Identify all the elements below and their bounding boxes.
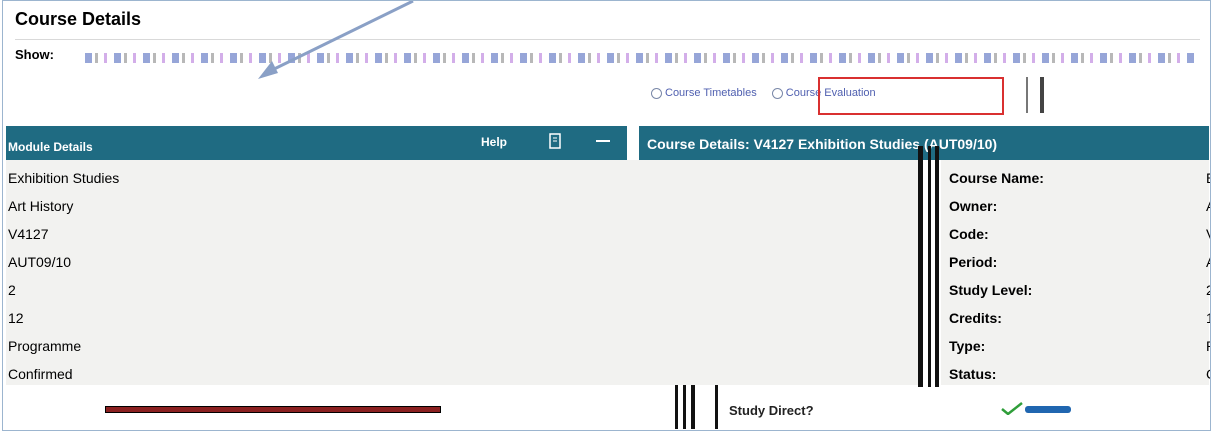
module-details-header: Module Details Help [6,126,627,160]
title-divider [15,39,1200,40]
footer-bar [105,406,441,413]
page-title: Course Details [15,9,142,29]
label-study-level: Study Level: [949,282,1033,298]
value-credits: 12 [8,310,24,326]
right-panel-title: Course Details: V4127 Exhibition Studies… [647,136,998,152]
footer-separator [675,385,678,429]
label-status: Status: [949,366,997,382]
label-credits: Credits: [949,310,1002,326]
label-period: Period: [949,254,998,270]
radio-circle-icon[interactable] [651,87,662,99]
value-type: Programme [8,338,82,354]
panel-separator [918,146,923,391]
value-owner: Art History [8,198,74,214]
clipped-value: A [1206,254,1210,270]
course-details-header: Course Details: V4127 Exhibition Studies… [639,126,1209,160]
clipped-value: 1 [1206,310,1210,326]
label-course-name: Course Name: [949,170,1044,186]
divider-bar [1026,77,1028,113]
show-label: Show: [15,47,54,62]
clipped-value: E [1206,170,1210,186]
value-period: AUT09/10 [8,254,72,270]
panel-separator [928,146,931,391]
value-status: Confirmed [8,366,73,382]
show-options-row: Show: [15,47,1205,69]
label-code: Code: [949,226,989,242]
radio-circle-icon[interactable] [771,87,783,99]
status-pill [1025,406,1071,413]
highlight-box [818,77,1004,115]
radio-course-timetables[interactable]: Course Timetables [651,87,757,99]
radio-label: Course Timetables [665,87,757,99]
help-link[interactable]: Help [481,135,507,149]
show-options-garbled[interactable] [85,53,1195,63]
panel-separator [935,146,939,391]
label-owner: Owner: [949,198,998,214]
study-direct-link[interactable]: Study Direct? [729,403,814,418]
check-icon [1001,402,1023,415]
value-course-name: Exhibition Studies [8,170,120,186]
annotation-arrow [258,1,414,79]
print-icon[interactable] [547,132,565,152]
course-details-window: Course Details Show: Course Timetables C… [2,0,1211,431]
clipped-value: C [1206,366,1210,382]
minimize-icon[interactable] [596,140,610,142]
footer-separator [691,385,695,429]
left-panel-title: Module Details [8,140,93,154]
course-labels-panel: Course Name: E Owner: A Code: V Period: … [941,160,1210,385]
module-values-panel: Exhibition Studies Art History V4127 AUT… [6,160,918,385]
clipped-value: A [1206,198,1210,214]
footer-separator [715,385,718,429]
footer-separator [683,385,686,429]
clipped-value: V [1206,226,1210,242]
divider-bar [1040,77,1044,113]
value-code: V4127 [8,226,49,242]
clipped-value: 2 [1206,282,1210,298]
clipped-value: P [1206,338,1210,354]
label-type: Type: [949,338,986,354]
value-study-level: 2 [8,282,16,298]
